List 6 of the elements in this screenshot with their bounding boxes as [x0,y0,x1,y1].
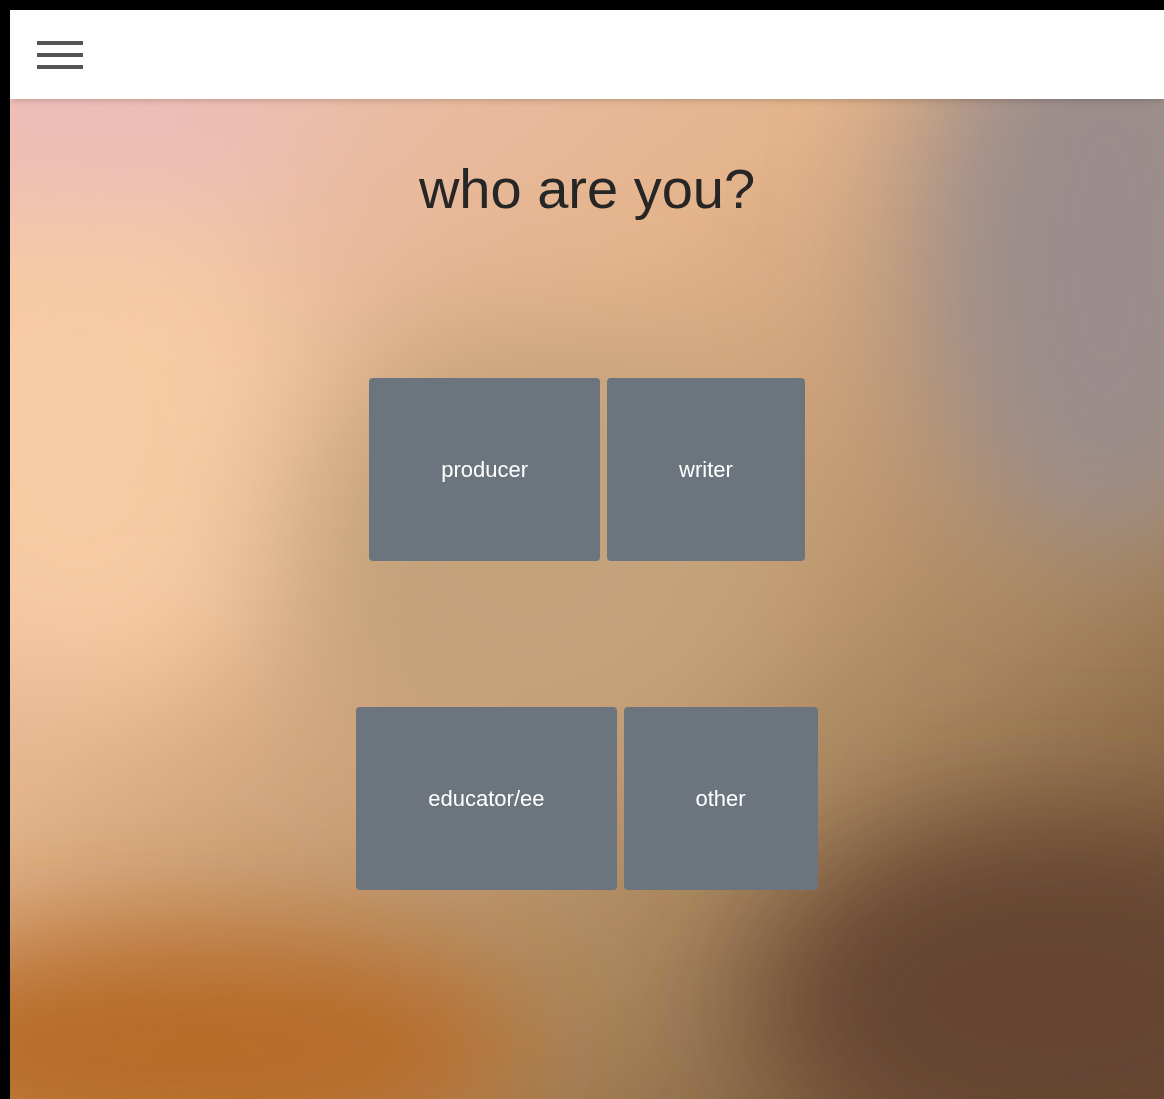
option-button[interactable]: other [623,707,818,891]
option-button[interactable]: producer [369,378,601,562]
page-title: who are you? [418,156,756,222]
option-button[interactable]: writer [607,378,805,562]
option-button[interactable]: educator/ee [356,707,617,891]
menu-icon[interactable] [37,40,83,69]
